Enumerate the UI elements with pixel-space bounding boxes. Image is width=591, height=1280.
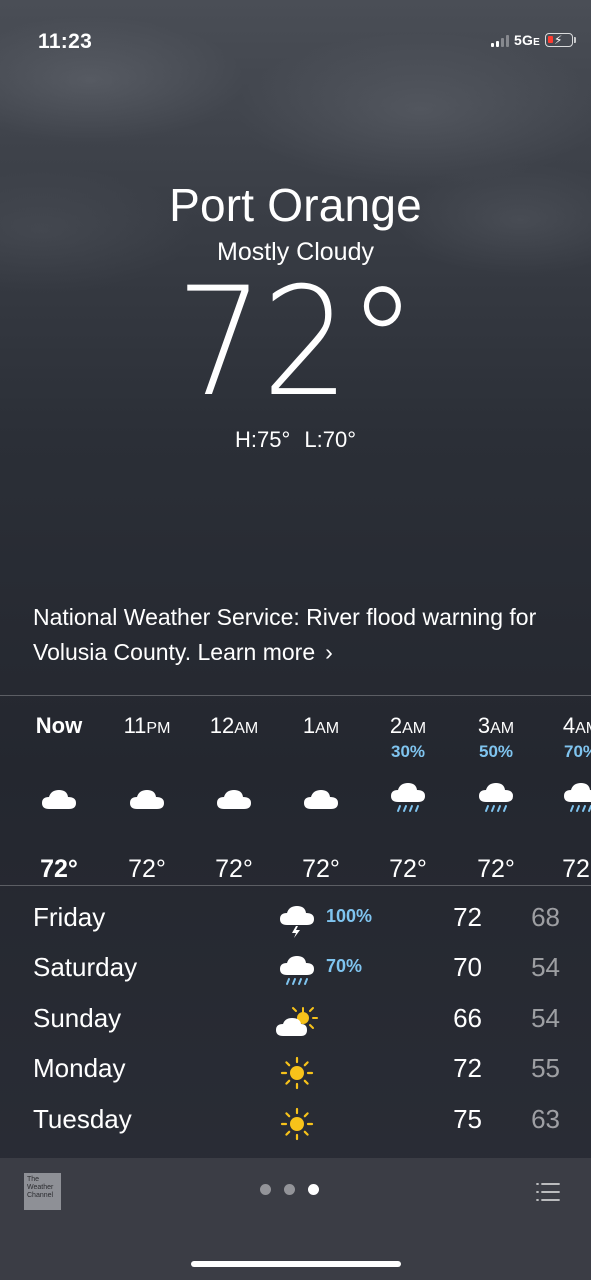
partly-sunny-icon bbox=[275, 1003, 319, 1043]
day-name: Sunday bbox=[33, 1003, 122, 1033]
cloud-rain-icon bbox=[365, 779, 451, 819]
daily-row: Sunday 66 54 bbox=[0, 999, 591, 1049]
daily-row: Monday 72 55 bbox=[0, 1049, 591, 1099]
hour-temp: 72° bbox=[302, 855, 340, 883]
chevron-right-icon: › bbox=[325, 639, 333, 665]
hour-label: 2AM bbox=[389, 713, 427, 738]
hour-precip: 70% bbox=[563, 742, 591, 761]
learn-more-link[interactable]: Learn more bbox=[198, 639, 316, 665]
hourly-item: 12AM 72° bbox=[191, 711, 277, 885]
day-high: 70 bbox=[453, 952, 482, 982]
day-low: 54 bbox=[531, 1003, 560, 1033]
status-indicators: 5GE ⚡ bbox=[491, 32, 576, 48]
page-dot[interactable] bbox=[284, 1184, 295, 1195]
high-low: H:75° L:70° bbox=[0, 427, 591, 453]
sun-icon bbox=[275, 1104, 319, 1144]
day-high: 75 bbox=[453, 1104, 482, 1134]
day-high: 72 bbox=[453, 902, 482, 932]
hour-precip bbox=[191, 741, 277, 763]
hour-precip: 30% bbox=[390, 742, 426, 761]
daily-row: Friday 100% 72 68 bbox=[0, 898, 591, 948]
hour-temp: 72° bbox=[389, 855, 427, 883]
hourly-item: 3AM 50% 72° bbox=[453, 711, 539, 885]
hour-temp: 72° bbox=[562, 855, 591, 883]
hour-temp: 72° bbox=[477, 855, 515, 883]
hour-label: 12AM bbox=[209, 713, 259, 738]
high-temp: H:75° bbox=[234, 427, 291, 452]
day-name: Monday bbox=[33, 1053, 126, 1083]
hour-temp: 72° bbox=[128, 855, 166, 883]
hour-label: Now bbox=[35, 713, 83, 738]
day-precip: 100% bbox=[326, 906, 373, 926]
daily-row: Tuesday 75 63 bbox=[0, 1100, 591, 1150]
city-list-icon[interactable] bbox=[535, 1181, 561, 1203]
page-dot-active[interactable] bbox=[308, 1184, 319, 1195]
page-dot[interactable] bbox=[260, 1184, 271, 1195]
day-low: 54 bbox=[531, 952, 560, 982]
day-low: 63 bbox=[531, 1104, 560, 1134]
hour-precip bbox=[278, 741, 364, 763]
divider bbox=[0, 695, 591, 696]
city-name: Port Orange bbox=[169, 179, 422, 231]
cloud-icon bbox=[278, 779, 364, 819]
hourly-item: Now 72° bbox=[16, 711, 102, 885]
hour-precip bbox=[16, 741, 102, 763]
hour-precip: 50% bbox=[478, 742, 514, 761]
day-high: 66 bbox=[453, 1003, 482, 1033]
weather-alert[interactable]: National Weather Service: River flood wa… bbox=[33, 600, 553, 670]
day-name: Saturday bbox=[33, 952, 138, 982]
status-time: 11:23 bbox=[38, 30, 93, 53]
cloud-icon bbox=[104, 779, 190, 819]
hour-label: 3AM bbox=[477, 713, 515, 738]
cloud-rain-icon bbox=[275, 952, 319, 992]
day-name: Tuesday bbox=[33, 1104, 132, 1134]
sun-icon bbox=[275, 1053, 319, 1093]
network-label: 5GE bbox=[514, 32, 540, 48]
hour-label: 11PM bbox=[123, 713, 171, 738]
home-indicator[interactable] bbox=[191, 1261, 401, 1267]
daily-row: Saturday 70% 70 54 bbox=[0, 948, 591, 998]
divider bbox=[0, 885, 591, 886]
day-name: Friday bbox=[33, 902, 106, 932]
cloud-icon bbox=[191, 779, 277, 819]
day-high: 72 bbox=[453, 1053, 482, 1083]
hourly-item: 1AM 72° bbox=[278, 711, 364, 885]
hourly-item: 11PM 72° bbox=[104, 711, 190, 885]
hour-precip bbox=[104, 741, 190, 763]
cellular-signal-icon bbox=[491, 33, 510, 47]
hour-label: 1AM bbox=[302, 713, 340, 738]
thunderstorm-icon bbox=[275, 902, 319, 942]
current-temperature: 72° bbox=[175, 256, 417, 430]
day-precip: 70% bbox=[326, 956, 363, 976]
hour-temp: 72° bbox=[215, 855, 253, 883]
page-indicator[interactable] bbox=[260, 1184, 319, 1195]
hourly-item: 4AM 70% 72° bbox=[538, 711, 591, 885]
day-low: 55 bbox=[531, 1053, 560, 1083]
hour-label: 4AM bbox=[562, 713, 591, 738]
day-low: 68 bbox=[531, 902, 560, 932]
cloud-rain-icon bbox=[538, 779, 591, 819]
cloud-icon bbox=[16, 779, 102, 819]
hour-temp: 72° bbox=[40, 855, 78, 883]
low-temp: L:70° bbox=[304, 427, 357, 452]
cloud-rain-icon bbox=[453, 779, 539, 819]
weather-channel-logo[interactable]: The Weather Channel bbox=[24, 1173, 61, 1210]
battery-charging-icon: ⚡ bbox=[545, 33, 576, 47]
hourly-item: 2AM 30% 72° bbox=[365, 711, 451, 885]
